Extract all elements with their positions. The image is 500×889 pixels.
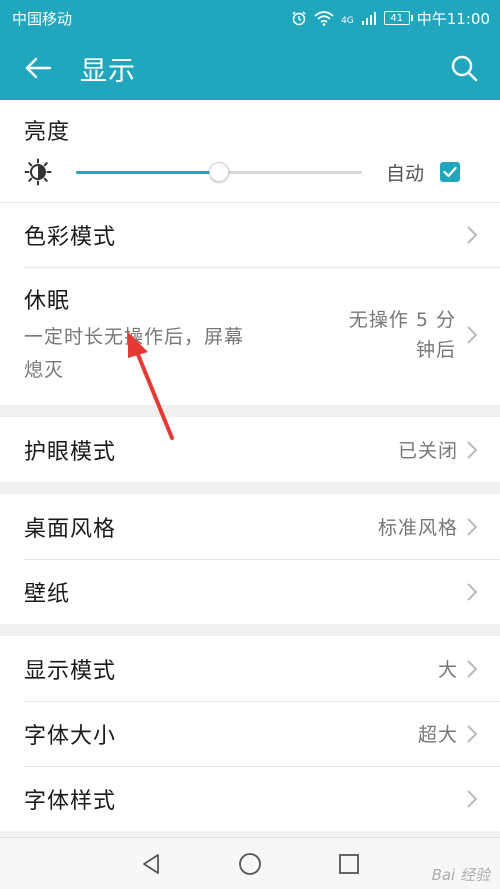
chevron-right-icon (467, 440, 478, 459)
battery-level: 41 (390, 12, 404, 24)
row-sleep[interactable]: 休眠 一定时长无操作后，屏幕 熄灭 无操作 5 分 钟后 (0, 267, 500, 405)
back-button[interactable] (20, 50, 56, 86)
chevron-right-icon (467, 326, 478, 344)
eye-comfort-group: 护眼模式 已关闭 (0, 417, 500, 482)
eye-comfort-value: 已关闭 (397, 440, 458, 462)
search-icon (451, 55, 478, 82)
chevron-right-icon (467, 582, 478, 601)
brightness-group: 亮度 自动 色彩模式 休眠 一定时长无操作后，屏幕 熄灭 无操作 5 分 钟后 (0, 100, 500, 405)
brightness-section: 亮度 自动 (0, 100, 500, 202)
wifi-icon (314, 11, 334, 26)
nav-recents-icon[interactable] (338, 853, 360, 875)
chevron-right-icon (467, 517, 478, 536)
nav-home-icon[interactable] (238, 852, 262, 876)
status-bar: 中国移动 4G 41 中午11:00 (0, 0, 500, 36)
font-size-label: 字体大小 (24, 723, 117, 749)
section-divider (0, 405, 500, 417)
sleep-subtitle: 一定时长无操作后，屏幕 熄灭 (24, 321, 304, 387)
row-font-size[interactable]: 字体大小 超大 (0, 701, 500, 766)
display-mode-value: 大 (437, 659, 458, 681)
desktop-style-value: 标准风格 (377, 517, 458, 539)
eye-comfort-label: 护眼模式 (24, 439, 117, 465)
brightness-slider[interactable] (76, 162, 362, 182)
chevron-right-icon (467, 789, 478, 808)
row-right (466, 789, 478, 809)
row-eye-comfort[interactable]: 护眼模式 已关闭 (0, 417, 500, 482)
row-font-style[interactable]: 字体样式 (0, 766, 500, 831)
row-wallpaper[interactable]: 壁纸 (0, 559, 500, 624)
sleep-value: 无操作 5 分 钟后 (326, 305, 456, 365)
page-title: 显示 (80, 55, 136, 87)
sleep-value-line2: 钟后 (415, 339, 456, 361)
sleep-subtitle-line2: 熄灭 (24, 359, 65, 381)
auto-brightness-checkbox[interactable] (440, 162, 461, 182)
section-divider (0, 624, 500, 636)
network-type: 4G (341, 15, 354, 26)
wallpaper-label: 壁纸 (24, 581, 71, 607)
font-style-label: 字体样式 (24, 788, 117, 814)
desktop-group: 桌面风格 标准风格 壁纸 (0, 494, 500, 624)
row-right: 无操作 5 分 钟后 (326, 305, 478, 365)
signal-icon (361, 12, 376, 25)
row-display-mode[interactable]: 显示模式 大 (0, 636, 500, 701)
auto-brightness-label: 自动 (386, 162, 425, 185)
carrier-label: 中国移动 (12, 9, 73, 28)
status-time: 中午11:00 (416, 9, 490, 28)
color-mode-label: 色彩模式 (24, 225, 117, 250)
font-size-value: 超大 (417, 724, 458, 746)
check-icon (443, 166, 457, 178)
nav-back-icon[interactable] (140, 853, 162, 875)
row-right (466, 582, 478, 602)
sleep-text: 休眠 一定时长无操作后，屏幕 熄灭 (24, 283, 304, 387)
chevron-right-icon (467, 226, 478, 244)
status-icons: 4G 41 中午11:00 (291, 8, 490, 29)
slider-fill (76, 171, 219, 174)
sleep-label: 休眠 (24, 289, 71, 314)
brightness-label: 亮度 (24, 120, 71, 145)
row-right (466, 225, 478, 245)
system-nav-bar (0, 837, 500, 889)
search-button[interactable] (446, 50, 482, 86)
row-right: 大 (438, 655, 478, 682)
display-mode-label: 显示模式 (24, 658, 117, 684)
chevron-right-icon (467, 659, 478, 678)
section-divider (0, 482, 500, 494)
brightness-controls: 自动 (24, 158, 478, 186)
brightness-sun-icon (24, 158, 52, 186)
sleep-value-line1: 无操作 5 分 (348, 309, 456, 331)
slider-thumb[interactable] (209, 162, 229, 182)
app-bar: 显示 (0, 36, 500, 100)
back-arrow-icon (25, 57, 52, 79)
text-display-group: 显示模式 大 字体大小 超大 字体样式 (0, 636, 500, 831)
battery-icon: 41 (383, 11, 413, 25)
row-right: 标准风格 (378, 513, 478, 540)
row-right: 已关闭 (398, 436, 478, 463)
row-color-mode[interactable]: 色彩模式 (0, 202, 500, 267)
row-desktop-style[interactable]: 桌面风格 标准风格 (0, 494, 500, 559)
sleep-subtitle-line1: 一定时长无操作后，屏幕 (24, 326, 245, 348)
chevron-right-icon (467, 724, 478, 743)
alarm-icon (292, 11, 306, 26)
watermark: Bai 经验 (431, 866, 490, 884)
row-right: 超大 (418, 720, 478, 747)
desktop-style-label: 桌面风格 (24, 516, 117, 542)
